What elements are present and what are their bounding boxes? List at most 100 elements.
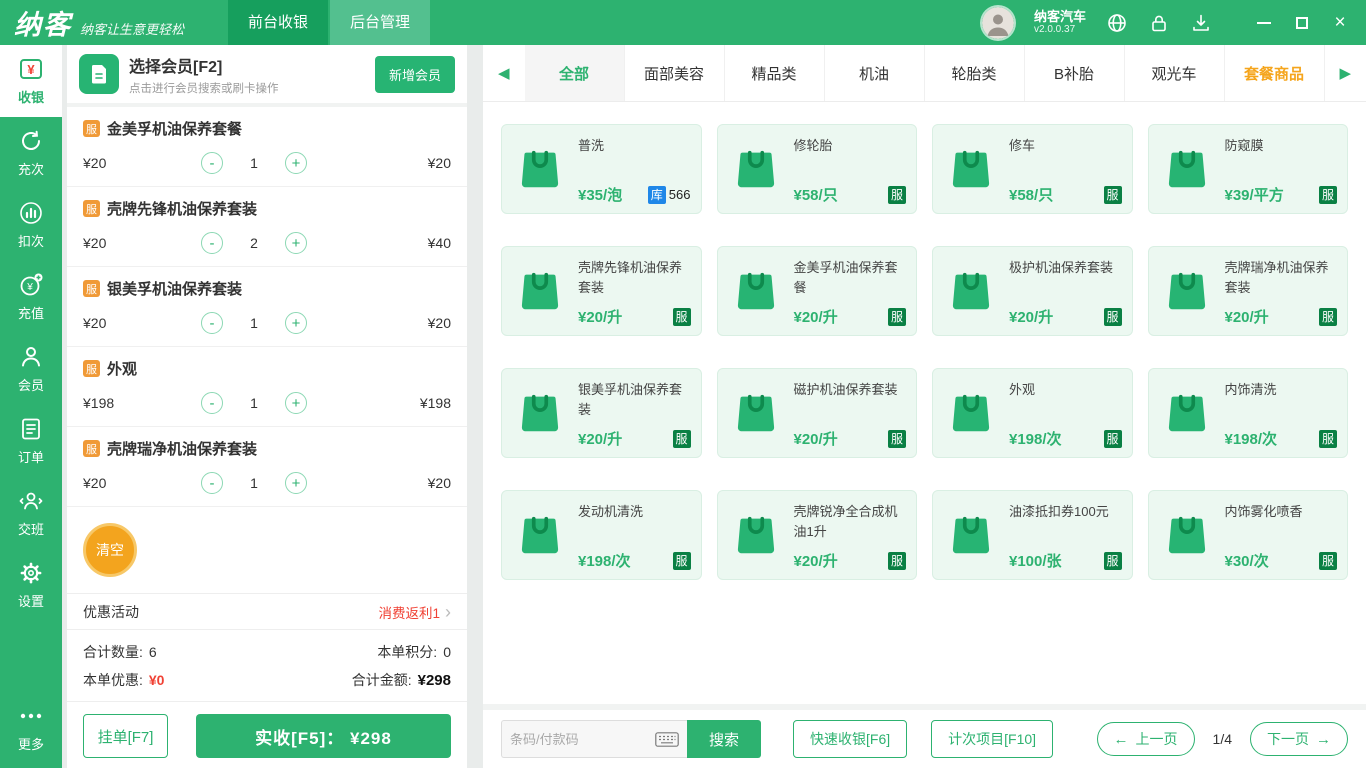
category-tab-facial[interactable]: 面部美容 <box>625 45 725 101</box>
person-icon <box>22 347 40 367</box>
lock-icon[interactable] <box>1148 12 1170 34</box>
sidebar-item-recharge[interactable]: ¥ 充值 <box>0 261 62 333</box>
brand-area: 纳客 纳客让生意更轻松 <box>0 3 228 42</box>
tab-backend-manage[interactable]: 后台管理 <box>330 0 431 45</box>
user-photo-icon <box>981 6 1014 39</box>
product-card[interactable]: 油漆抵扣券100元 ¥100/张 服 <box>932 490 1133 580</box>
promo-row[interactable]: 优惠活动 消费返利1 › <box>67 593 467 630</box>
category-tab-sightseeing[interactable]: 观光车 <box>1125 45 1225 101</box>
sidebar-item-member[interactable]: 会员 <box>0 333 62 405</box>
minus-button[interactable]: - <box>201 232 223 254</box>
category-tab-tires[interactable]: 轮胎类 <box>925 45 1025 101</box>
shopping-bag-icon <box>728 499 784 571</box>
category-tab-tire-repair[interactable]: B补胎 <box>1025 45 1125 101</box>
close-button[interactable]: × <box>1326 9 1354 37</box>
product-card[interactable]: 内饰清洗 ¥198/次 服 <box>1147 368 1348 458</box>
count-item-button[interactable]: 计次项目[F10] <box>931 720 1054 758</box>
shopping-bag-icon <box>943 377 999 449</box>
category-next-arrow[interactable]: ▶ <box>1324 45 1366 101</box>
category-tab-all[interactable]: 全部 <box>524 45 625 101</box>
search-button[interactable]: 搜索 <box>687 720 761 758</box>
sidebar-item-settings[interactable]: 设置 <box>0 549 62 621</box>
plus-button[interactable]: + <box>285 312 307 334</box>
service-badge: 服 <box>1319 185 1337 204</box>
sidebar-item-label: 会员 <box>17 378 44 393</box>
sidebar-item-shift[interactable]: 交班 <box>0 477 62 549</box>
globe-icon[interactable] <box>1106 12 1128 34</box>
cart-item: 服壳牌瑞净机油保养套装 ¥20 - 1 + ¥20 <box>67 427 467 507</box>
product-grid: 普洗 ¥35/泡 库 566 修轮胎 ¥58/只服 修车 ¥58/只 服 防窥膜… <box>483 102 1366 704</box>
service-badge: 服 <box>672 429 691 448</box>
sidebar-item-deduct-times[interactable]: 扣次 <box>0 189 62 261</box>
app-window: 纳客 纳客让生意更轻松 前台收银 后台管理 纳客汽车 v2.0.0.37 × ¥… <box>0 0 1366 768</box>
cashier-icon: ¥ <box>20 59 42 79</box>
sidebar-item-recharge-times[interactable]: 充次 <box>0 117 62 189</box>
tab-front-cashier[interactable]: 前台收银 <box>228 0 329 45</box>
product-name: 极护机油保养套装 <box>1009 260 1114 275</box>
order-summary: 合计数量: 6 本单积分: 0 本单优惠: ¥0 合计金额: ¥298 <box>67 630 467 701</box>
keyboard-icon[interactable] <box>655 731 679 747</box>
quantity-stepper: - 1 + <box>201 152 307 174</box>
product-card[interactable]: 修轮胎 ¥58/只 服 <box>716 124 917 214</box>
discount-value: ¥0 <box>148 672 165 688</box>
search-input[interactable] <box>510 731 655 747</box>
member-select[interactable]: 选择会员[F2] 点击进行会员搜索或刷卡操作 新增会员 <box>67 45 467 107</box>
minus-button[interactable]: - <box>201 152 223 174</box>
product-card[interactable]: 壳牌锐净全合成机油1升 ¥20/升 服 <box>716 490 917 580</box>
product-card[interactable]: 壳牌先锋机油保养套装 ¥20/升 服 <box>501 246 702 336</box>
minimize-button[interactable] <box>1250 9 1278 37</box>
sidebar-item-orders[interactable]: 订单 <box>0 405 62 477</box>
add-member-button[interactable]: 新增会员 <box>374 55 455 93</box>
search-box <box>501 720 687 758</box>
sidebar-item-more[interactable]: 更多 <box>0 692 62 764</box>
product-card[interactable]: 壳牌瑞净机油保养套装 ¥20/升 服 <box>1147 246 1348 336</box>
sidebar-item-label: 设置 <box>17 594 44 609</box>
product-card[interactable]: 外观 ¥198/次 服 <box>932 368 1133 458</box>
category-tab-package[interactable]: 套餐商品 <box>1225 45 1325 101</box>
product-card[interactable]: 防窥膜 ¥39/平方 服 <box>1147 124 1348 214</box>
avatar[interactable] <box>981 6 1014 39</box>
product-price: ¥198/次 <box>1009 431 1062 448</box>
quick-cashier-button[interactable]: 快速收银[F6] <box>793 720 908 758</box>
product-card[interactable]: 发动机清洗 ¥198/次 服 <box>501 490 702 580</box>
service-badge: 服 <box>1319 551 1337 570</box>
next-page-label: 下一页 <box>1267 731 1309 747</box>
next-page-button[interactable]: 下一页 → <box>1250 722 1348 756</box>
clear-cart-button[interactable]: 清空 <box>83 523 137 577</box>
service-badge: 服 <box>83 360 100 377</box>
product-card[interactable]: 内饰雾化喷香 ¥30/次 服 <box>1147 490 1348 580</box>
prev-page-button[interactable]: ← 上一页 <box>1096 722 1195 756</box>
category-prev-arrow[interactable]: ◀ <box>483 45 525 101</box>
product-card[interactable]: 银美孚机油保养套装 ¥20/升 服 <box>501 368 702 458</box>
sidebar-item-cashier[interactable]: ¥ 收银 <box>0 45 62 117</box>
minus-button[interactable]: - <box>201 312 223 334</box>
product-price: ¥20/升 <box>1009 309 1054 326</box>
minus-button[interactable]: - <box>201 392 223 414</box>
app-version: v2.0.0.37 <box>1033 24 1076 36</box>
service-badge: 服 <box>1319 307 1337 326</box>
product-card[interactable]: 普洗 ¥35/泡 库 566 <box>501 124 702 214</box>
product-card[interactable]: 金美孚机油保养套餐 ¥20/升 服 <box>716 246 917 336</box>
shopping-bag-icon <box>1159 499 1215 571</box>
maximize-button[interactable] <box>1288 9 1316 37</box>
cart-item-qty: 2 <box>250 235 258 251</box>
points-label: 本单积分: <box>377 644 438 660</box>
product-card[interactable]: 磁护机油保养套装 ¥20/升 服 <box>716 368 917 458</box>
plus-button[interactable]: + <box>285 152 307 174</box>
cart-item-name: 外观 <box>107 361 138 378</box>
category-tab-boutique[interactable]: 精品类 <box>725 45 825 101</box>
cart-item-name: 金美孚机油保养套餐 <box>107 121 243 138</box>
product-name: 磁护机油保养套装 <box>793 382 898 397</box>
checkout-button[interactable]: 实收[F5]： ¥298 <box>196 714 451 758</box>
minus-button[interactable]: - <box>201 472 223 494</box>
service-badge: 服 <box>888 429 906 448</box>
plus-button[interactable]: + <box>285 232 307 254</box>
download-icon[interactable] <box>1190 12 1212 34</box>
product-card[interactable]: 极护机油保养套装 ¥20/升 服 <box>932 246 1133 336</box>
product-card[interactable]: 修车 ¥58/只 服 <box>932 124 1133 214</box>
category-tab-oil[interactable]: 机油 <box>825 45 925 101</box>
hold-order-button[interactable]: 挂单[F7] <box>83 714 168 758</box>
top-nav: 前台收银 后台管理 <box>228 0 431 45</box>
plus-button[interactable]: + <box>285 392 307 414</box>
plus-button[interactable]: + <box>285 472 307 494</box>
